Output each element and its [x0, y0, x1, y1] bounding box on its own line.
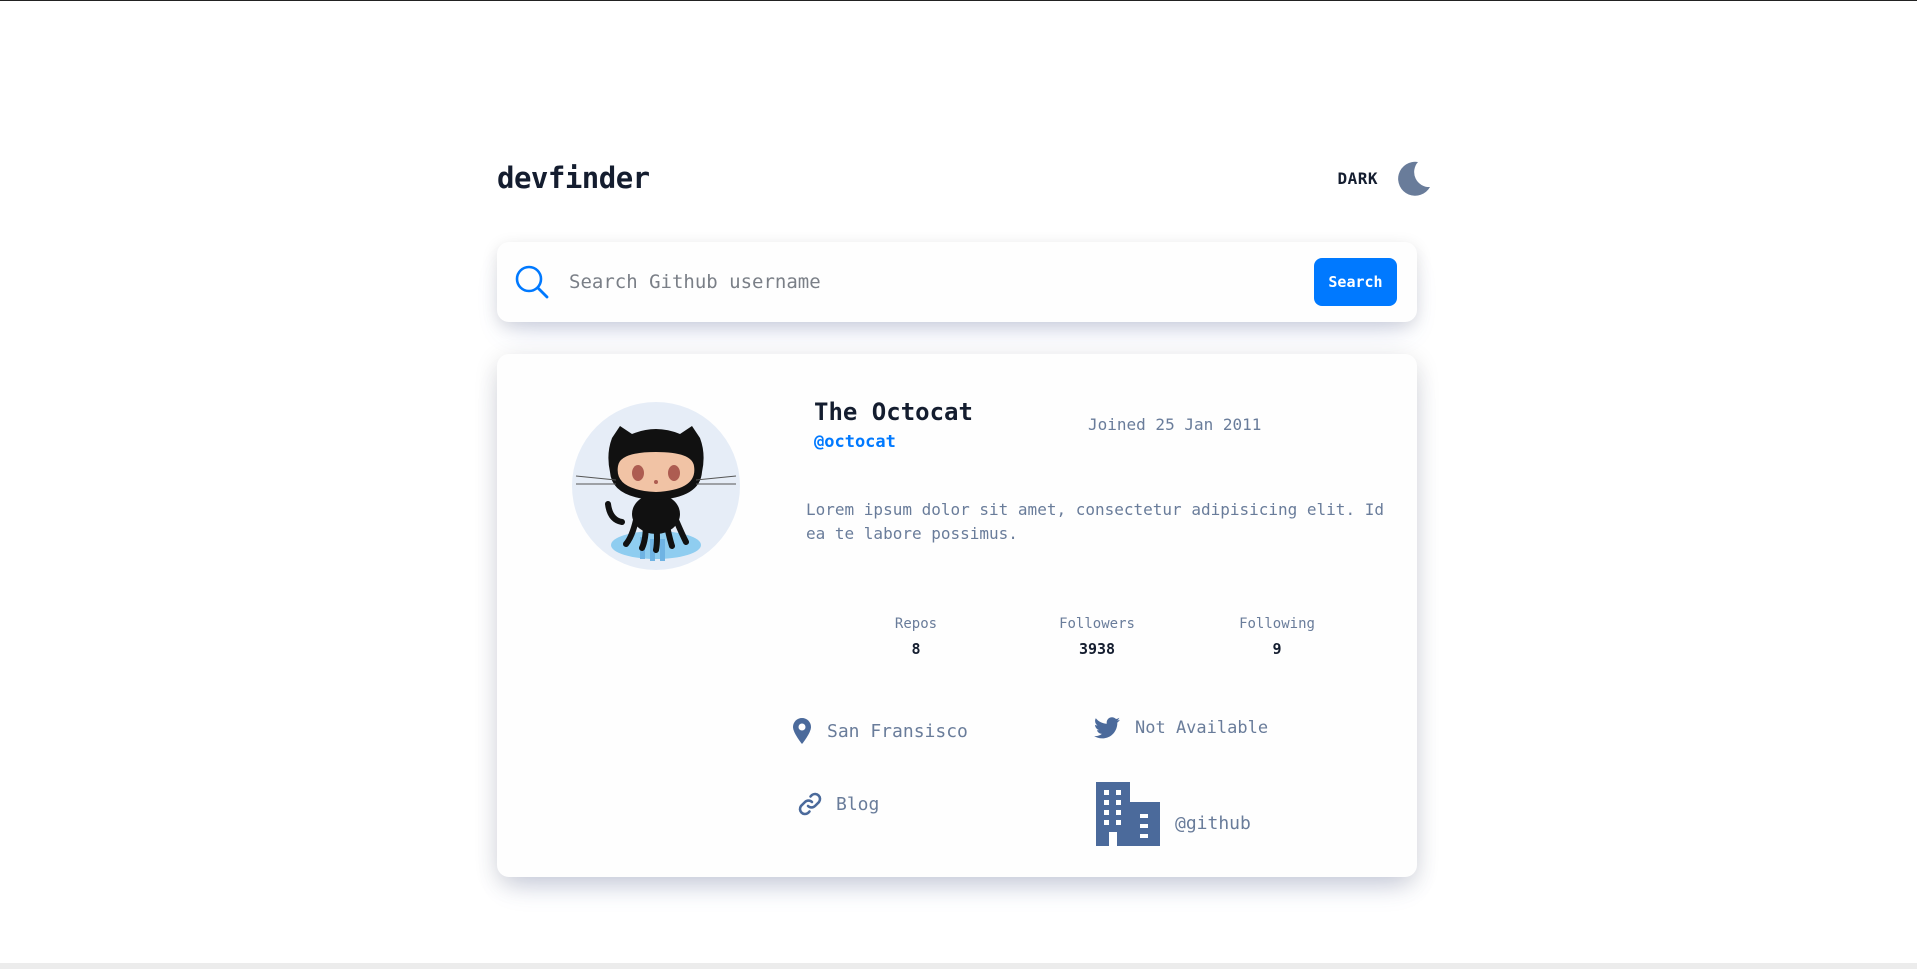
profile-name: The Octocat: [814, 398, 973, 426]
joined-date: Joined 25 Jan 2011: [1088, 415, 1262, 434]
profile-login-link[interactable]: @octocat: [814, 432, 896, 452]
twitter-icon: [1094, 717, 1120, 739]
search-input[interactable]: [569, 271, 1314, 293]
stat-label: Followers: [1059, 616, 1135, 632]
profile-bio: Lorem ipsum dolor sit amet, consectetur …: [806, 500, 1384, 543]
twitter-row: Not Available: [1094, 717, 1268, 739]
search-button[interactable]: Search: [1314, 258, 1397, 306]
profile-card: The Octocat @octocat Joined 25 Jan 2011 …: [497, 354, 1417, 877]
theme-toggle-button[interactable]: DARK: [1337, 158, 1434, 198]
stat-label: Following: [1239, 616, 1315, 632]
stats-panel: Repos 8 Followers 3938 Following 9: [806, 616, 1406, 676]
link-icon: [798, 792, 822, 816]
location-row: San Fransisco: [793, 718, 968, 744]
stat-value: 3938: [1078, 640, 1116, 658]
company-text: @github: [1175, 812, 1251, 834]
octocat-avatar-icon: [575, 426, 737, 561]
company-link[interactable]: @github: [1096, 782, 1251, 846]
app-logo: devfinder: [497, 161, 650, 195]
search-icon: [515, 265, 549, 299]
stat-value: 9: [1272, 640, 1282, 658]
blog-link[interactable]: Blog: [798, 792, 879, 816]
stat-followers: Followers 3938: [1022, 616, 1172, 658]
stat-repos: Repos 8: [841, 616, 991, 658]
avatar: [572, 402, 740, 570]
search-bar: Search: [497, 242, 1417, 322]
theme-toggle-label: DARK: [1337, 168, 1378, 188]
stat-value: 8: [911, 640, 921, 658]
window-top-border: [0, 0, 1917, 1]
stat-following: Following 9: [1202, 616, 1352, 658]
stat-label: Repos: [894, 616, 938, 632]
location-text: San Fransisco: [827, 720, 968, 742]
twitter-text: Not Available: [1135, 718, 1269, 738]
moon-icon: [1398, 161, 1430, 196]
app-header: devfinder DARK: [497, 155, 1434, 201]
location-pin-icon: [793, 718, 811, 744]
building-icon: [1096, 782, 1160, 846]
blog-link-text: Blog: [836, 793, 880, 815]
window-bottom-strip: [0, 963, 1917, 969]
